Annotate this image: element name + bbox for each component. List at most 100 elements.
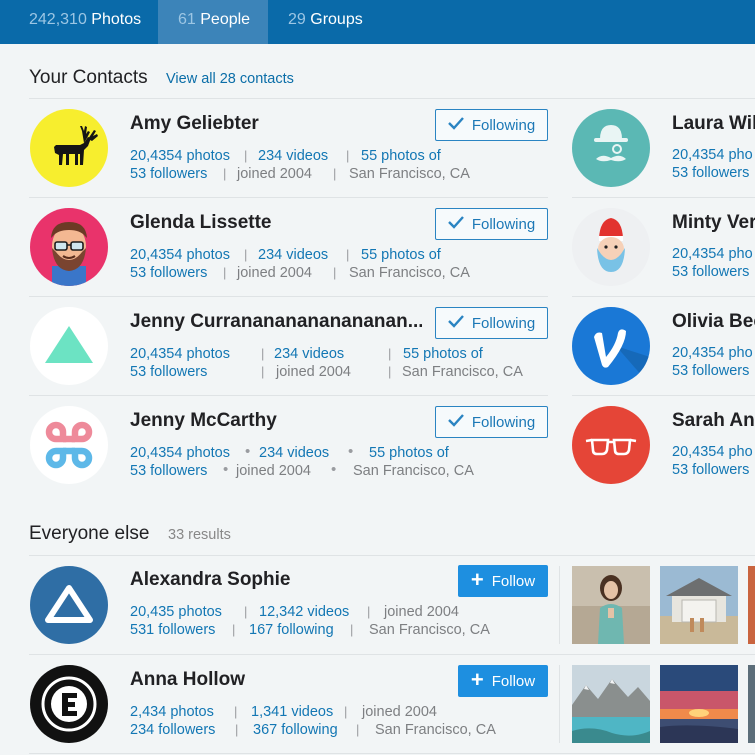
bowler-hat-mustache-icon[interactable] xyxy=(572,109,650,187)
photo-thumbnail[interactable] xyxy=(748,566,755,644)
followers-count[interactable]: 531 followers xyxy=(130,622,215,638)
v-logo-icon[interactable] xyxy=(572,307,650,385)
following-button[interactable]: Following xyxy=(435,307,548,339)
contact-name[interactable]: Minty Ver xyxy=(672,212,755,234)
contact-name[interactable]: Jenny Curranananananananan... xyxy=(130,311,422,333)
location: San Francisco, CA xyxy=(349,166,470,182)
tab-people[interactable]: 61 People xyxy=(158,0,268,44)
check-icon xyxy=(447,116,464,134)
separator: • xyxy=(245,443,251,460)
photos-count[interactable]: 20,4354 pho xyxy=(672,147,753,163)
tab-groups[interactable]: 29 Groups xyxy=(268,0,388,44)
letter-e-icon[interactable] xyxy=(30,665,108,743)
videos-count[interactable]: 234 videos xyxy=(274,346,344,362)
separator: | xyxy=(261,364,265,379)
top-tab-bar: 242,310 Photos 61 People 29 Groups xyxy=(0,0,755,44)
following-label: Following xyxy=(471,314,536,332)
photos-count[interactable]: 20,4354 photos xyxy=(130,247,230,263)
photo-thumbnail[interactable] xyxy=(660,566,738,644)
glasses-icon[interactable] xyxy=(572,406,650,484)
separator: • xyxy=(331,461,337,478)
contact-name[interactable]: Sarah Anr xyxy=(672,410,755,432)
location: San Francisco, CA xyxy=(349,265,470,281)
joined-date: joined 2004 xyxy=(236,463,311,479)
following-count[interactable]: 167 following xyxy=(249,622,334,638)
command-key-icon[interactable] xyxy=(30,406,108,484)
follow-label: Follow xyxy=(491,572,536,590)
photos-count[interactable]: 2,434 photos xyxy=(130,704,214,720)
followers-count[interactable]: 53 followers xyxy=(672,165,749,181)
separator: | xyxy=(356,722,360,737)
follow-button[interactable]: + Follow xyxy=(458,665,548,697)
videos-count[interactable]: 234 videos xyxy=(258,247,328,263)
videos-count[interactable]: 12,342 videos xyxy=(259,604,349,620)
contact-name[interactable]: Glenda Lissette xyxy=(130,212,420,234)
separator: | xyxy=(244,604,248,619)
separator: | xyxy=(261,346,265,361)
follow-label: Follow xyxy=(491,672,536,690)
divider xyxy=(559,566,560,644)
following-button[interactable]: Following xyxy=(435,109,548,141)
separator: | xyxy=(367,604,371,619)
photos-count[interactable]: 20,4354 pho xyxy=(672,345,753,361)
followers-count[interactable]: 53 followers xyxy=(672,264,749,280)
photos-of-count[interactable]: 55 photos of xyxy=(361,247,441,263)
followers-count[interactable]: 53 followers xyxy=(672,462,749,478)
photos-count[interactable]: 20,435 photos xyxy=(130,604,222,620)
videos-count[interactable]: 234 videos xyxy=(258,148,328,164)
divider xyxy=(29,98,755,99)
photo-thumbnail[interactable] xyxy=(572,665,650,743)
followers-count[interactable]: 53 followers xyxy=(130,463,207,479)
followers-count[interactable]: 53 followers xyxy=(130,166,207,182)
divider xyxy=(29,753,755,754)
photos-of-count[interactable]: 55 photos of xyxy=(361,148,441,164)
photo-thumbnail[interactable] xyxy=(748,665,755,743)
following-button[interactable]: Following xyxy=(435,406,548,438)
joined-date: joined 2004 xyxy=(237,265,312,281)
separator: | xyxy=(223,265,227,280)
contact-name[interactable]: Jenny McCarthy xyxy=(130,410,420,432)
check-icon xyxy=(447,314,464,332)
videos-count[interactable]: 234 videos xyxy=(259,445,329,461)
tab-people-label: People xyxy=(200,11,251,28)
separator: | xyxy=(388,364,392,379)
photos-count[interactable]: 20,4354 pho xyxy=(672,246,753,262)
videos-count[interactable]: 1,341 videos xyxy=(251,704,333,720)
contact-name[interactable]: Amy Geliebter xyxy=(130,113,420,135)
photo-thumbnail[interactable] xyxy=(572,566,650,644)
everyone-else-heading: Everyone else xyxy=(29,523,150,544)
person-name[interactable]: Alexandra Sophie xyxy=(130,569,430,591)
elk-icon[interactable] xyxy=(30,109,108,187)
divider xyxy=(572,296,755,297)
triangle-outline-icon[interactable] xyxy=(30,566,108,644)
photos-count[interactable]: 20,4354 photos xyxy=(130,148,230,164)
contact-name[interactable]: Olivia Bec xyxy=(672,311,755,333)
tab-photos[interactable]: 242,310 Photos xyxy=(0,0,158,44)
triangle-icon[interactable] xyxy=(30,307,108,385)
photos-count[interactable]: 20,4354 photos xyxy=(130,445,230,461)
sailor-beard-icon[interactable] xyxy=(572,208,650,286)
following-count[interactable]: 367 following xyxy=(253,722,338,738)
photos-count[interactable]: 20,4354 pho xyxy=(672,444,753,460)
separator: | xyxy=(346,247,350,262)
following-button[interactable]: Following xyxy=(435,208,548,240)
followers-count[interactable]: 234 followers xyxy=(130,722,215,738)
contact-name[interactable]: Laura Wil xyxy=(672,113,755,135)
person-name[interactable]: Anna Hollow xyxy=(130,669,430,691)
tab-photos-label: Photos xyxy=(91,11,142,28)
photos-count[interactable]: 20,4354 photos xyxy=(130,346,230,362)
photo-thumbnail[interactable] xyxy=(660,665,738,743)
tab-groups-count: 29 xyxy=(288,11,306,28)
separator: | xyxy=(232,622,236,637)
photos-of-count[interactable]: 55 photos of xyxy=(403,346,483,362)
followers-count[interactable]: 53 followers xyxy=(672,363,749,379)
photos-of-count[interactable]: 55 photos of xyxy=(369,445,449,461)
view-all-contacts-link[interactable]: View all 28 contacts xyxy=(166,71,294,87)
bearded-man-icon[interactable] xyxy=(30,208,108,286)
separator: • xyxy=(348,443,354,460)
followers-count[interactable]: 53 followers xyxy=(130,364,207,380)
follow-button[interactable]: + Follow xyxy=(458,565,548,597)
separator: | xyxy=(333,166,337,181)
followers-count[interactable]: 53 followers xyxy=(130,265,207,281)
divider xyxy=(572,395,755,396)
